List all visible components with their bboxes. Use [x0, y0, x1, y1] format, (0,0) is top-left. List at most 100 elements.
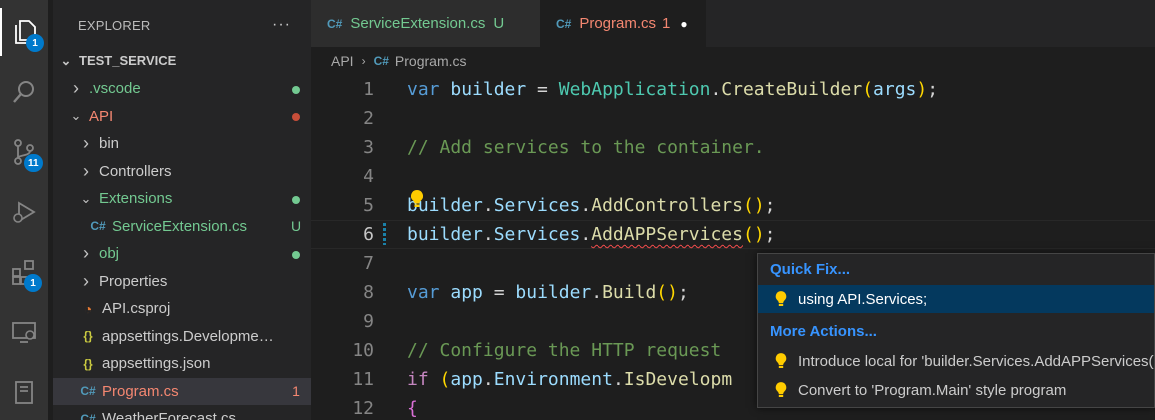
chevron-down-icon: ⌄ [80, 190, 92, 206]
tree-item-label: Controllers [99, 162, 172, 180]
tree-item[interactable]: {} appsettings.json [53, 350, 311, 377]
more-actions-icon[interactable]: ··· [272, 16, 291, 34]
quick-fix-introduce-local[interactable]: Introduce local for 'builder.Services.Ad… [758, 347, 1155, 375]
line-number: 9 [363, 311, 374, 332]
status-badge: U [290, 218, 302, 234]
csharp-file-icon: C# [80, 411, 96, 420]
csharp-file-icon: C# [90, 219, 106, 233]
line-number: 3 [363, 137, 374, 158]
source-control-button[interactable]: 11 [0, 128, 48, 176]
tab-program[interactable]: C# Program.cs 1 ● [540, 0, 706, 47]
status-dot-icon [281, 191, 311, 207]
tree-item[interactable]: {} appsettings.Development.json [53, 323, 311, 350]
source-control-badge: 11 [24, 154, 43, 172]
tree-item[interactable]: C# WeatherForecast.cs [53, 405, 311, 420]
tab-label: ServiceExtension.cs [350, 15, 486, 32]
lightbulb-icon [775, 291, 787, 306]
csharp-file-icon: C# [80, 384, 96, 398]
tree-item-label: appsettings.json [102, 355, 211, 372]
search-icon [13, 81, 34, 103]
chevron-down-icon: ⌄ [70, 108, 82, 123]
csharp-file-icon: C# [327, 16, 343, 31]
line-number: 8 [363, 282, 374, 303]
code-line-11: if (app.Environment.IsDevelopm [407, 369, 733, 390]
tree-item[interactable]: › .vscode [53, 75, 311, 102]
code-line-5: builder.Services.AddControllers(); [407, 195, 776, 216]
csharp-file-icon: C# [556, 16, 572, 31]
csharp-file-icon: C# [373, 54, 389, 68]
json-file-icon: {} [83, 329, 93, 343]
tree-item[interactable]: › Properties [53, 268, 311, 295]
notebook-icon [15, 381, 33, 404]
lightbulb-icon [775, 353, 787, 368]
quick-fix-item-label: Convert to 'Program.Main' style program [798, 381, 1067, 399]
run-debug-button[interactable] [0, 188, 48, 236]
status-dot-icon [281, 81, 311, 97]
status-dot [292, 113, 300, 121]
search-button[interactable] [0, 68, 48, 116]
chevron-right-icon: › [83, 243, 89, 263]
tree-item-label: WeatherForecast.cs [102, 410, 236, 420]
lightbulb-icon [775, 382, 787, 397]
line-number: 4 [363, 166, 374, 187]
line-number: 10 [352, 340, 374, 361]
line-number: 12 [352, 398, 374, 419]
tree-item[interactable]: › Controllers [53, 158, 311, 185]
tree-item[interactable]: ◔ API.csproj [53, 295, 311, 322]
code-line-8: var app = builder.Build(); [407, 282, 689, 303]
code-line-3: // Add services to the container. [407, 137, 765, 158]
status-badge: 1 [292, 383, 300, 399]
status-dot-icon [281, 108, 311, 124]
tree-item-label: bin [99, 135, 120, 152]
code-line-6: builder.Services.AddAPPServices(); [407, 224, 776, 245]
tree-item[interactable]: › obj [53, 240, 311, 267]
quick-fix-item-label: Introduce local for 'builder.Services.Ad… [798, 352, 1155, 370]
notebook-button[interactable] [0, 368, 48, 416]
tree-item[interactable]: › bin [53, 130, 311, 157]
tab-status: 1 [662, 15, 671, 32]
chevron-right-icon: › [83, 270, 89, 291]
breadcrumb-folder[interactable]: API [331, 53, 354, 69]
breadcrumb-file[interactable]: Program.cs [395, 53, 467, 69]
code-line-12: { [407, 398, 418, 419]
quick-fix-using-api-services[interactable]: using API.Services; [758, 285, 1154, 313]
tree-item-label: Properties [99, 272, 168, 290]
explorer-badge: 1 [26, 34, 44, 52]
chevron-right-icon: › [73, 78, 79, 98]
line-number: 1 [363, 79, 374, 100]
tab-status: U [493, 15, 505, 32]
editor-line: 2 [311, 104, 1155, 133]
status-dot-icon [281, 246, 311, 262]
workspace-root[interactable]: ⌄ TEST_SERVICE [53, 47, 311, 74]
status-dot [292, 85, 300, 94]
tree-item-label: Program.cs [102, 382, 179, 400]
quick-fix-convert-program-main[interactable]: Convert to 'Program.Main' style program [758, 376, 1154, 404]
rss-file-icon: ◔ [83, 300, 93, 317]
tree-item[interactable]: ⌄ API [53, 103, 311, 130]
sidebar-header: EXPLORER ··· [53, 0, 311, 50]
tree-item[interactable]: C# ServiceExtension.cs U [53, 213, 311, 240]
code-line-10: // Configure the HTTP request [407, 340, 722, 361]
quick-fix-menu: Quick Fix... using API.Services; More Ac… [757, 253, 1155, 408]
extensions-button[interactable]: 1 [0, 248, 48, 296]
tree-item-label: Extensions [99, 190, 173, 207]
tree-item[interactable]: C# Program.cs 1 [53, 377, 311, 405]
status-dot [292, 250, 300, 259]
unsaved-dot-icon[interactable]: ● [680, 17, 687, 31]
tab-service-extension[interactable]: C# ServiceExtension.cs U [311, 0, 540, 47]
tree-item-label: API.csproj [102, 300, 171, 317]
tree-item-label: .vscode [89, 80, 141, 97]
editor-tabs: C# ServiceExtension.cs U C# Program.cs 1… [311, 0, 1155, 47]
line-number: 6 [363, 224, 374, 245]
remote-explorer-button[interactable] [0, 308, 48, 356]
explorer-button[interactable]: 1 [0, 8, 48, 56]
modified-line-marker [383, 223, 386, 245]
workspace-root-label: TEST_SERVICE [79, 53, 177, 68]
more-actions-header: More Actions... [770, 322, 877, 340]
lightbulb-icon[interactable] [409, 189, 425, 209]
tree-item-label: appsettings.Development.json [102, 327, 281, 345]
editor-line: 4 [311, 162, 1155, 191]
sidebar-title: EXPLORER [78, 17, 151, 33]
chevron-right-icon: › [83, 133, 89, 153]
tree-item[interactable]: ⌄ Extensions [53, 185, 311, 212]
